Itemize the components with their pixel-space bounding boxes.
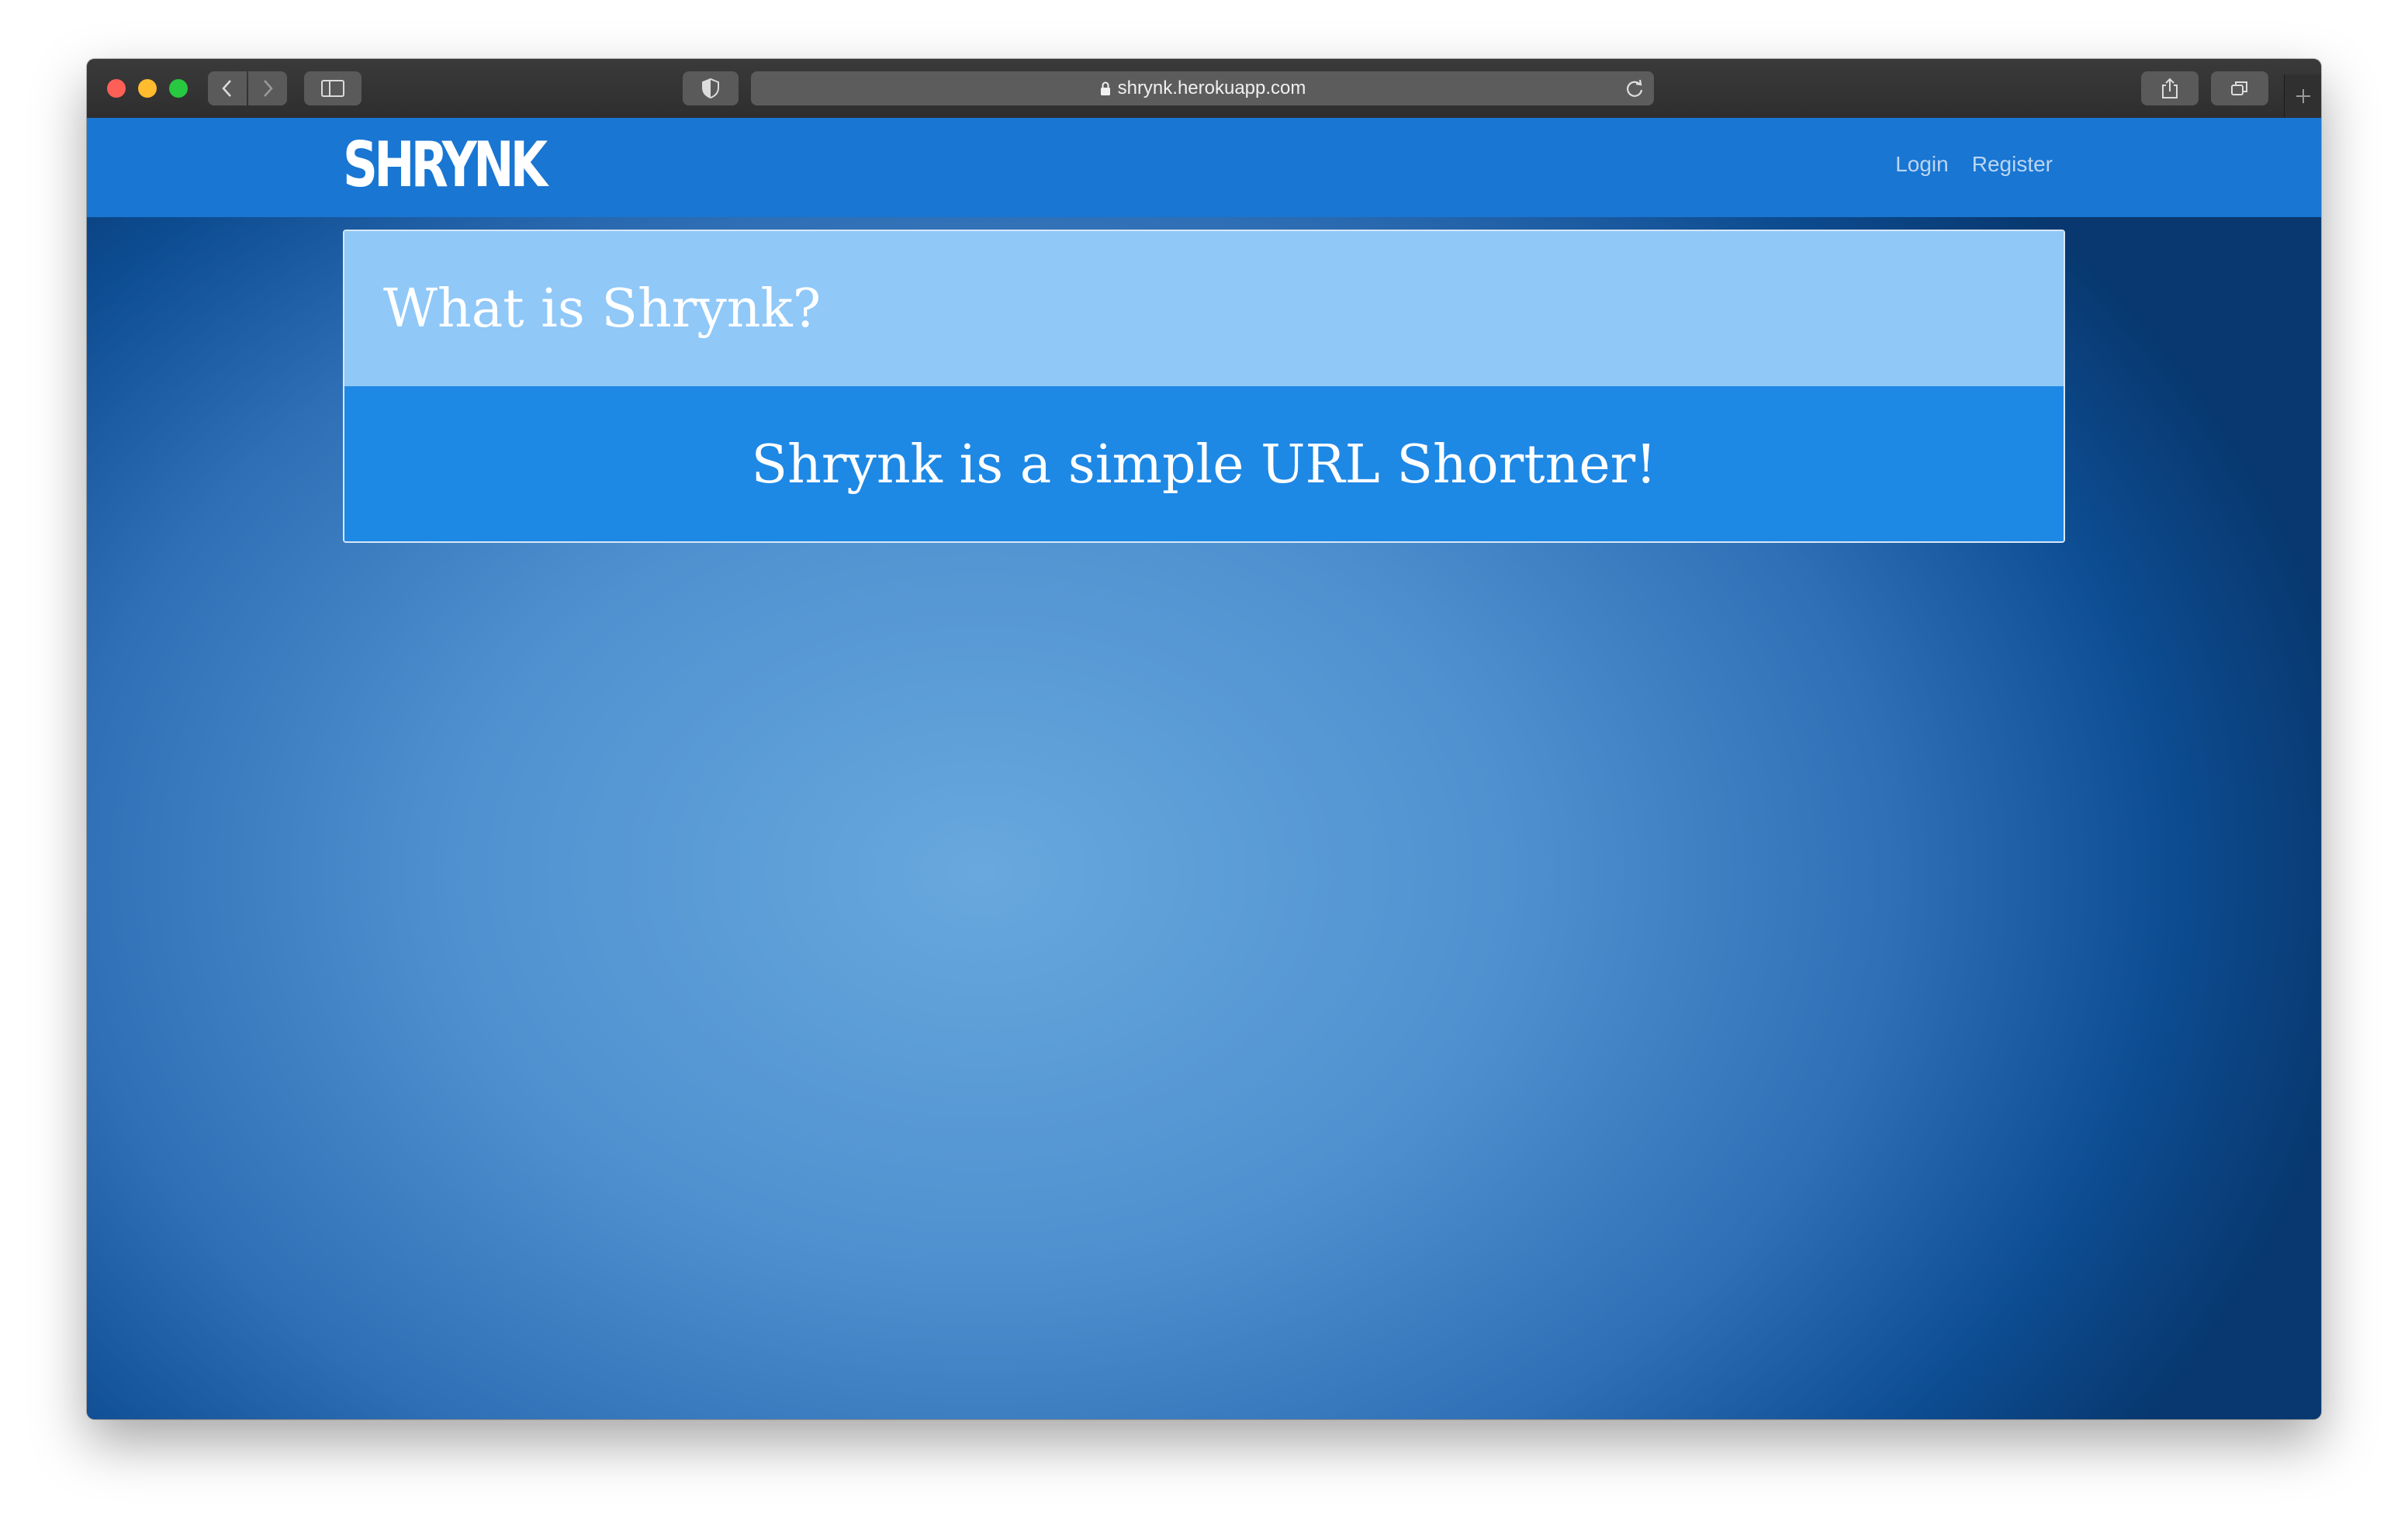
card-title: What is Shrynk?	[344, 231, 2064, 386]
privacy-report-button[interactable]	[683, 71, 739, 105]
close-window-button[interactable]	[107, 79, 126, 98]
minimize-window-button[interactable]	[138, 79, 157, 98]
url-text: shrynk.herokuapp.com	[1117, 78, 1306, 98]
reload-icon[interactable]	[1624, 78, 1645, 99]
web-page: SHRYNK Login Register What is Shrynk? Sh…	[87, 118, 2321, 1419]
shield-icon	[702, 78, 719, 99]
site-logo[interactable]: SHRYNK	[343, 123, 548, 208]
sidebar-icon	[321, 80, 344, 97]
tab-overview-button[interactable]	[2211, 71, 2268, 105]
forward-button[interactable]	[248, 71, 287, 105]
plus-icon	[2296, 89, 2310, 103]
card-body-text: Shrynk is a simple URL Shortner!	[344, 386, 2064, 541]
address-bar[interactable]: shrynk.herokuapp.com	[751, 71, 1654, 105]
chevron-right-icon	[264, 80, 273, 97]
sidebar-toggle-button[interactable]	[304, 71, 362, 105]
share-button[interactable]	[2141, 71, 2199, 105]
tabs-icon	[2231, 81, 2247, 95]
lock-icon	[1099, 81, 1112, 96]
chevron-left-icon	[222, 80, 231, 97]
browser-titlebar: shrynk.herokuapp.com	[87, 59, 2321, 119]
register-link[interactable]: Register	[1972, 152, 2053, 177]
back-button[interactable]	[208, 71, 247, 105]
info-card: What is Shrynk? Shrynk is a simple URL S…	[343, 230, 2065, 543]
site-navbar: SHRYNK Login Register	[87, 118, 2321, 217]
screenshot-stage: shrynk.herokuapp.com SHRYNK Login Regist…	[0, 0, 2408, 1534]
login-link[interactable]: Login	[1895, 152, 1949, 177]
maximize-window-button[interactable]	[169, 79, 188, 98]
share-icon	[2162, 78, 2178, 98]
browser-window: shrynk.herokuapp.com SHRYNK Login Regist…	[87, 59, 2321, 1419]
nav-links: Login Register	[1895, 152, 2053, 177]
new-tab-button[interactable]	[2284, 74, 2321, 118]
